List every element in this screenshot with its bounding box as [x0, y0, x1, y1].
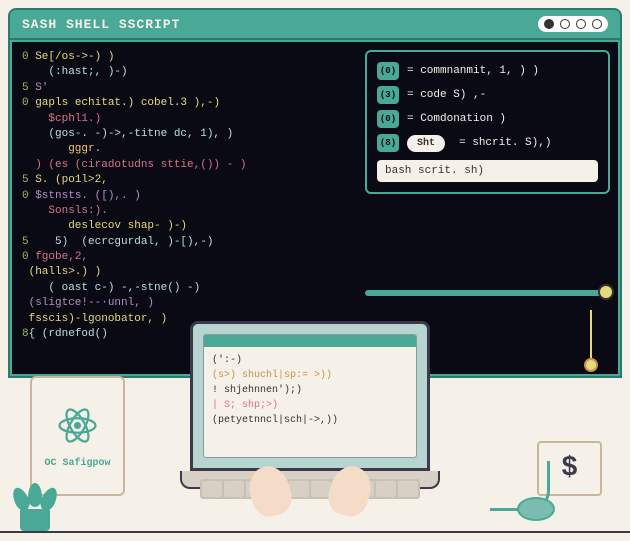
- code-text: ( oast c-) -,-stne() -): [22, 282, 200, 294]
- side-panel: (0) = commnanmit, 1, ) ) (3) = code S) ,…: [365, 50, 610, 194]
- code-text: fsscis)-lgonobator, ): [22, 313, 167, 325]
- panel-pill[interactable]: Sht: [407, 135, 445, 152]
- code-text: (sligtce!--·unnl, ): [22, 297, 154, 309]
- code-text: { (rdnefod(): [29, 328, 108, 340]
- slider-track[interactable]: [365, 290, 610, 296]
- panel-text: = shcrit. S),): [459, 137, 551, 149]
- hand-left: [244, 462, 296, 521]
- code-text: S. (po1l>2,: [29, 174, 108, 186]
- line-num: 0: [22, 51, 29, 63]
- control-dot[interactable]: [576, 19, 586, 29]
- slider-cord: [590, 310, 592, 360]
- dollar-icon: $: [561, 453, 578, 484]
- titlebar: SASH SHELL SSCRIPT: [10, 10, 620, 40]
- code-text: fgobe,2,: [29, 251, 88, 263]
- mouse-icon: [517, 497, 555, 521]
- hands: [250, 466, 370, 526]
- panel-row: (0) = commnanmit, 1, ) ): [377, 62, 598, 80]
- panel-row: (8) Sht = shcrit. S),): [377, 134, 598, 152]
- code-text: (gos-. -)->,-titne dc, 1), ): [22, 128, 233, 140]
- panel-badge: (3): [377, 86, 399, 104]
- panel-text: = code S) ,-: [407, 89, 486, 101]
- code-text: $cphl1.): [22, 113, 101, 125]
- hand-right: [324, 462, 376, 521]
- code-text: ) (es (ciradotudns sttie,()) - ): [22, 159, 246, 171]
- slider-ball: [584, 358, 598, 372]
- badge-label: OC Safigpow: [44, 458, 110, 469]
- line-num: 0: [22, 251, 29, 263]
- code-text: 5) (ecrcgurdal, )-[),-): [29, 236, 214, 248]
- laptop-line: ! shjehnnen');): [212, 383, 408, 398]
- line-num: 8: [22, 328, 29, 340]
- code-text: (halls>.) ): [22, 266, 101, 278]
- panel-badge: (8): [377, 134, 399, 152]
- laptop-line: | S; shp;>): [212, 400, 278, 411]
- code-text: gggr.: [22, 143, 101, 155]
- laptop-line: (s>) shuchl|sp:= >)): [212, 370, 332, 381]
- control-dot[interactable]: [592, 19, 602, 29]
- laptop-line: (':-): [212, 353, 408, 368]
- code-text: Se[/os->-) ): [29, 51, 115, 63]
- control-dot[interactable]: [544, 19, 554, 29]
- control-dot[interactable]: [560, 19, 570, 29]
- line-num: 5: [22, 174, 29, 186]
- line-num: 0: [22, 190, 29, 202]
- code-text: S': [29, 82, 49, 94]
- laptop-screen: (':-) (s>) shuchl|sp:= >)) ! shjehnnen')…: [190, 321, 430, 471]
- laptop-code: (':-) (s>) shuchl|sp:= >)) ! shjehnnen')…: [212, 353, 408, 428]
- panel-text: = Comdonation ): [407, 113, 506, 125]
- panel-row: (0) = Comdonation ): [377, 110, 598, 128]
- code-text: deslecov shap- )-): [22, 220, 187, 232]
- line-num: 5: [22, 82, 29, 94]
- plant-icon: [10, 471, 60, 531]
- code-text: $stnsts. ([),. ): [29, 190, 141, 202]
- code-text: (:hast;, )-): [22, 66, 128, 78]
- laptop-editor: (':-) (s>) shuchl|sp:= >)) ! shjehnnen')…: [203, 334, 417, 458]
- panel-input[interactable]: bash scrit. sh): [377, 160, 598, 182]
- code-text: gapls echitat.) cobel.3 ),-): [29, 97, 220, 109]
- line-num: 0: [22, 97, 29, 109]
- line-num: 5: [22, 236, 29, 248]
- window-controls: [538, 16, 608, 32]
- panel-row: (3) = code S) ,-: [377, 86, 598, 104]
- panel-badge: (0): [377, 62, 399, 80]
- atom-icon: [55, 403, 100, 448]
- laptop-line: (petyetnncl|sch|->,)): [212, 413, 408, 428]
- laptop-titlebar: [204, 335, 416, 347]
- panel-text: = commnanmit, 1, ) ): [407, 65, 539, 77]
- panel-badge: (0): [377, 110, 399, 128]
- slider-thumb[interactable]: [598, 284, 614, 300]
- window-title: SASH SHELL SSCRIPT: [22, 17, 180, 32]
- code-text: Sonsls:).: [22, 205, 108, 217]
- desk-line: [0, 531, 630, 533]
